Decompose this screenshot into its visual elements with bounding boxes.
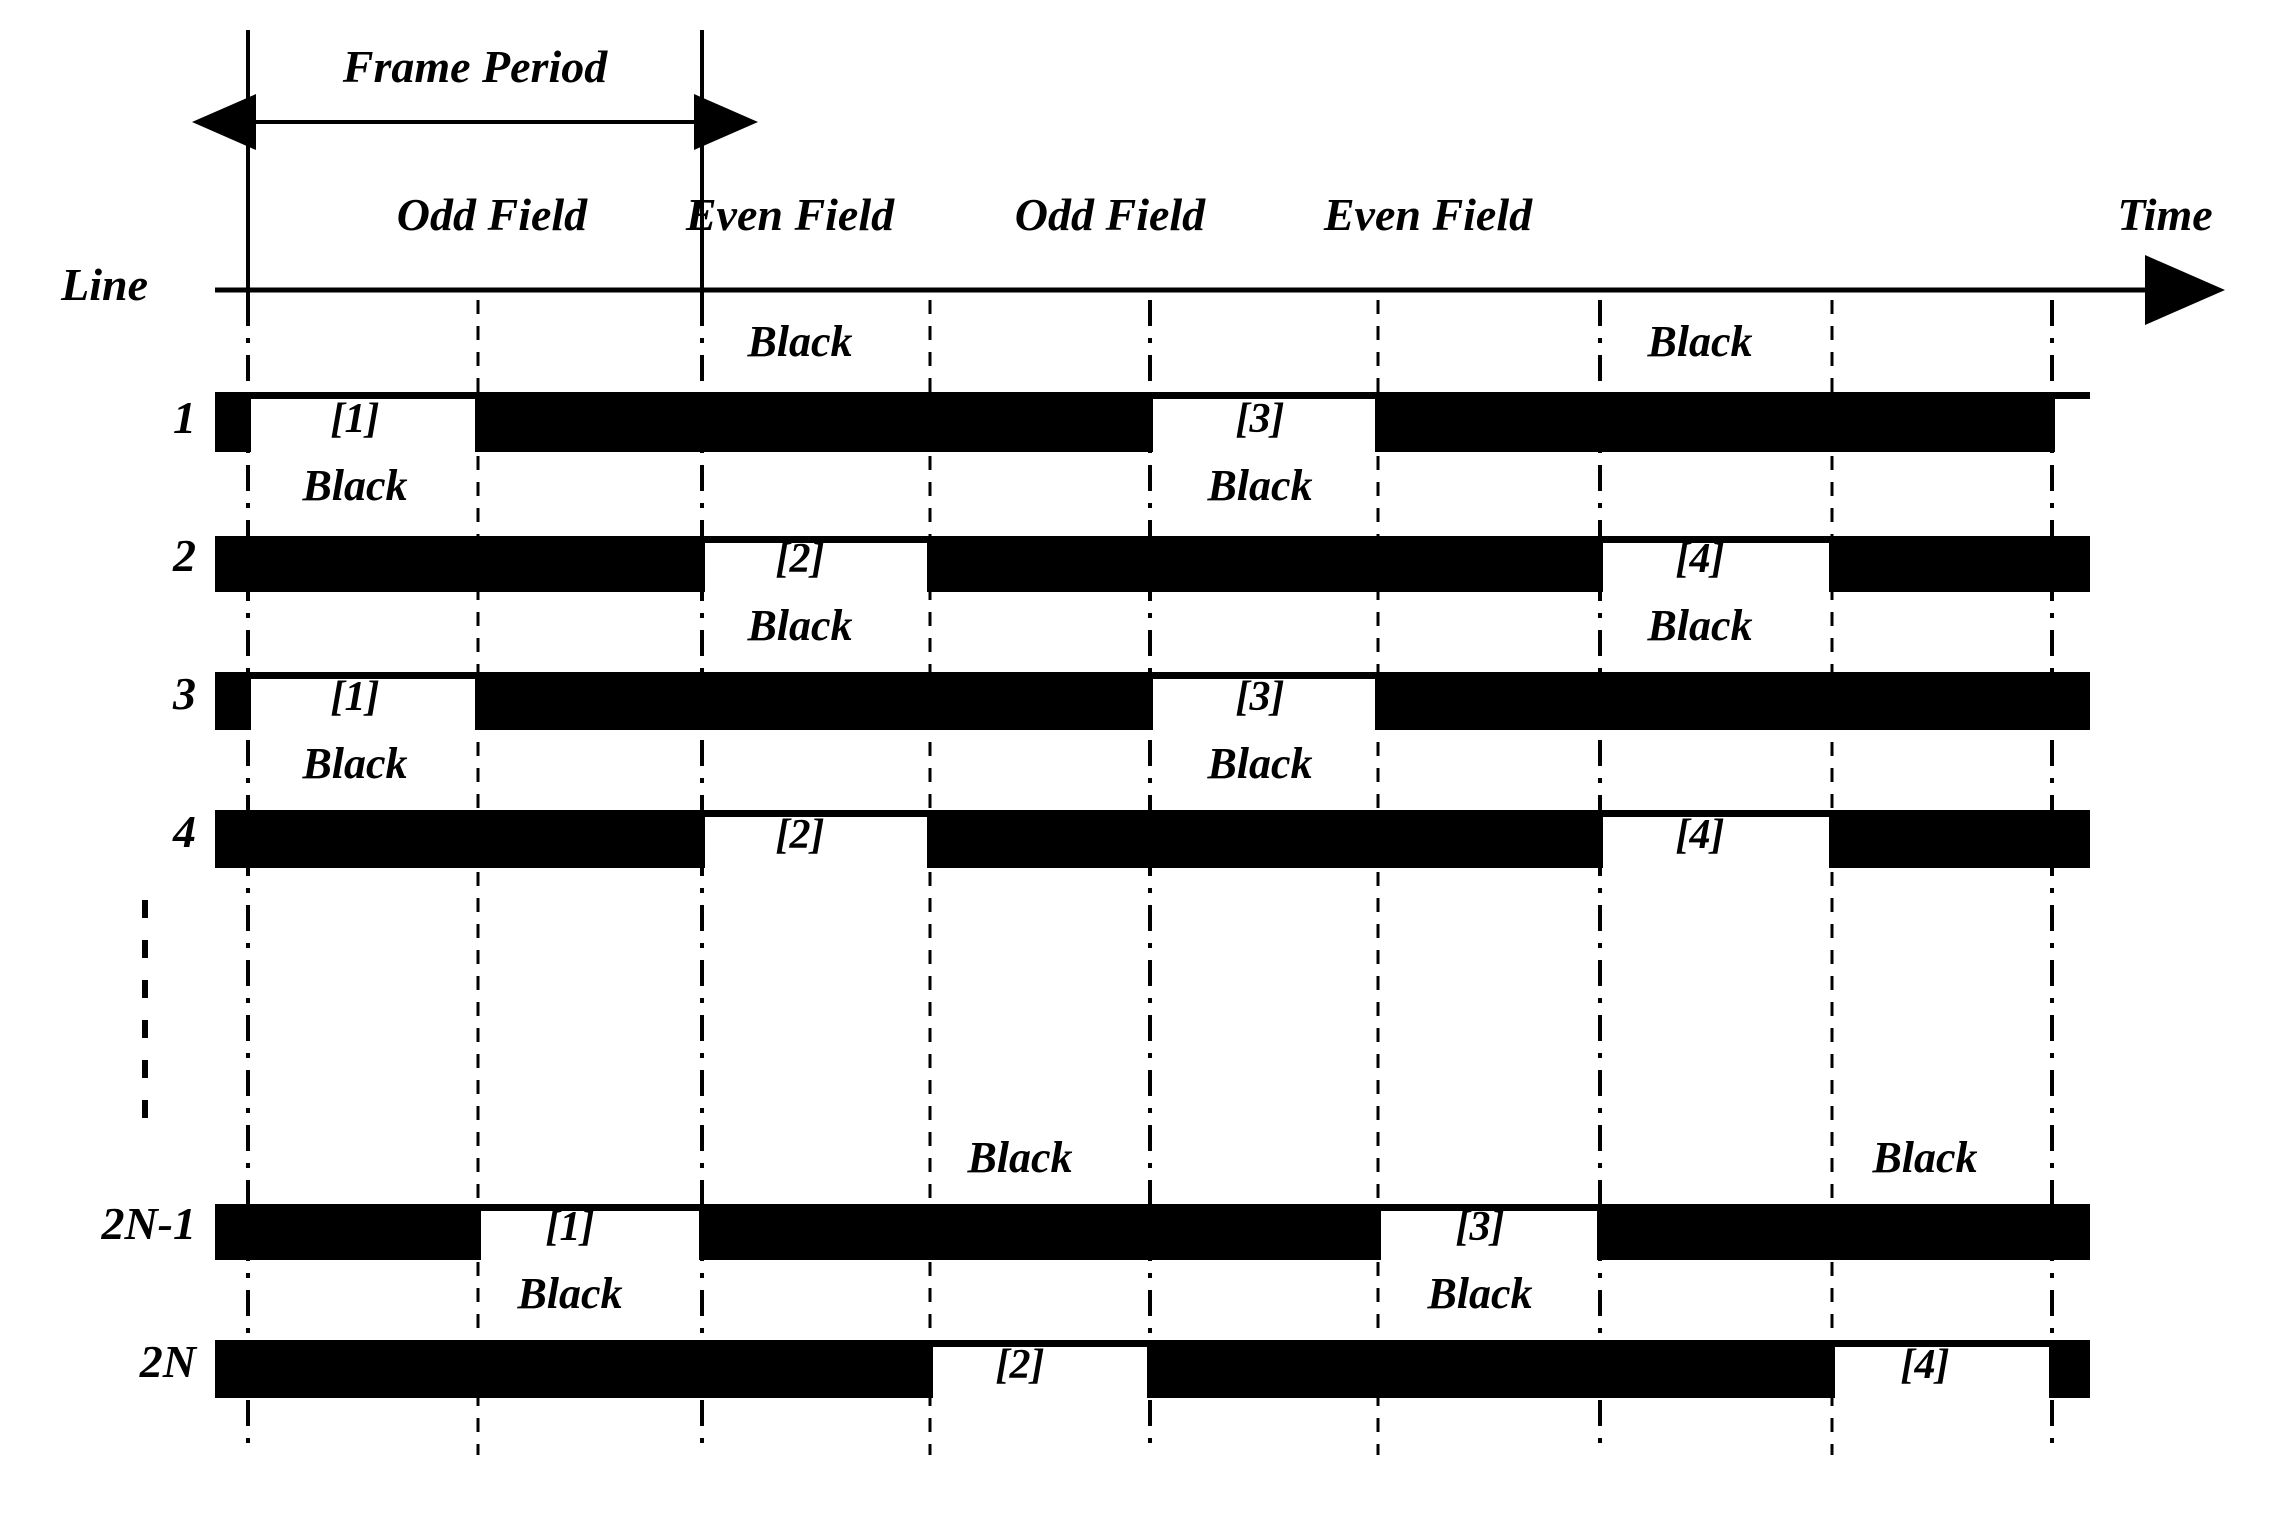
bracket-tag-2: [2] xyxy=(995,1342,1045,1388)
bracket-tag-2: [2] xyxy=(775,812,825,858)
waveform-row-4 xyxy=(215,810,2090,868)
transition-edge xyxy=(1829,536,1835,592)
row-label-4: 4 xyxy=(173,806,196,857)
black-segment xyxy=(930,536,1600,592)
bracket-tag-4: [4] xyxy=(1675,812,1725,858)
black-segment xyxy=(1600,1204,2090,1260)
transition-edge xyxy=(699,810,705,868)
transition-edge xyxy=(699,1204,705,1260)
black-segment xyxy=(215,536,702,592)
black-segment xyxy=(215,392,248,452)
transition-edge xyxy=(1147,392,1153,452)
black-segment xyxy=(478,392,1150,452)
waveform-row-2N-1 xyxy=(215,1204,2090,1260)
black-tag: Black xyxy=(302,461,408,510)
line-axis-label: Line xyxy=(61,259,148,310)
transition-edge xyxy=(1597,810,1603,868)
row-label-2: 2 xyxy=(173,530,196,581)
bracket-tag-1: [1] xyxy=(330,396,380,442)
row-label-3: 3 xyxy=(173,668,196,719)
black-segment xyxy=(2052,1340,2090,1398)
bracket-tag-2: [2] xyxy=(775,536,825,582)
black-segment xyxy=(1150,1340,1832,1398)
bracket-tag-1: [1] xyxy=(330,674,380,720)
bracket-tag-3: [3] xyxy=(1235,674,1285,720)
transition-edge xyxy=(699,536,705,592)
black-segment xyxy=(215,810,702,868)
transition-edge xyxy=(2049,392,2055,452)
black-tag: Black xyxy=(517,1269,623,1318)
white-segment-top-line xyxy=(2052,392,2090,399)
waveform-row-3 xyxy=(215,672,2090,730)
transition-edge xyxy=(927,1340,933,1398)
transition-edge xyxy=(475,672,481,730)
bracket-tag-1: [1] xyxy=(545,1204,595,1250)
transition-edge xyxy=(1829,810,1835,868)
black-segment xyxy=(215,1340,930,1398)
transition-edge xyxy=(927,810,933,868)
row-label-2N-1: 2N-1 xyxy=(101,1198,196,1249)
black-tag: Black xyxy=(1207,461,1313,510)
black-segment xyxy=(215,672,248,730)
bracket-tag-4: [4] xyxy=(1900,1342,1950,1388)
waveform-row-2 xyxy=(215,536,2090,592)
waveform-group xyxy=(215,392,2090,1398)
field-label-3: Even Field xyxy=(1323,189,1533,240)
black-tag: Black xyxy=(1872,1133,1978,1182)
field-label-1: Even Field xyxy=(685,189,895,240)
waveform-row-1 xyxy=(215,392,2090,452)
black-segment xyxy=(478,672,1150,730)
black-segment xyxy=(930,810,1600,868)
transition-edge xyxy=(475,392,481,452)
diagram-canvas: 1 Black Black [1] [3] 2 Black Black [2] [4] 3 Black… xyxy=(0,0,2270,1515)
black-tag: Black xyxy=(1207,739,1313,788)
black-tag: Black xyxy=(1427,1269,1533,1318)
black-tag: Black xyxy=(1647,317,1753,366)
black-segment xyxy=(702,1204,1378,1260)
black-tag: Black xyxy=(747,317,853,366)
transition-edge xyxy=(1597,1204,1603,1260)
field-label-2: Odd Field xyxy=(1014,189,1206,240)
row-label-2N: 2N xyxy=(139,1336,196,1387)
black-segment xyxy=(1378,392,2052,452)
transition-edge xyxy=(1147,1340,1153,1398)
waveform-row-2N xyxy=(215,1340,2090,1398)
black-segment xyxy=(1832,810,2090,868)
transition-edge xyxy=(1375,392,1381,452)
black-tag: Black xyxy=(1647,601,1753,650)
transition-edge xyxy=(1375,672,1381,730)
black-tag: Black xyxy=(747,601,853,650)
black-segment xyxy=(215,1204,478,1260)
black-tag: Black xyxy=(302,739,408,788)
transition-edge xyxy=(245,672,251,730)
transition-edge xyxy=(927,536,933,592)
field-label-0: Odd Field xyxy=(396,189,588,240)
transition-edge xyxy=(1375,1204,1381,1260)
bracket-tag-4: [4] xyxy=(1675,536,1725,582)
transition-edge xyxy=(1829,1340,1835,1398)
time-label: Time xyxy=(2117,189,2213,240)
bracket-tag-3: [3] xyxy=(1455,1204,1505,1250)
bracket-tag-3: [3] xyxy=(1235,396,1285,442)
row-label-1: 1 xyxy=(173,392,196,443)
transition-edge xyxy=(1597,536,1603,592)
transition-edge xyxy=(1147,672,1153,730)
transition-edge xyxy=(245,392,251,452)
frame-period-label: Frame Period xyxy=(342,41,608,92)
transition-edge xyxy=(2049,1340,2055,1398)
transition-edge xyxy=(475,1204,481,1260)
black-segment xyxy=(1378,672,2090,730)
black-segment xyxy=(1832,536,2090,592)
black-tag: Black xyxy=(967,1133,1073,1182)
